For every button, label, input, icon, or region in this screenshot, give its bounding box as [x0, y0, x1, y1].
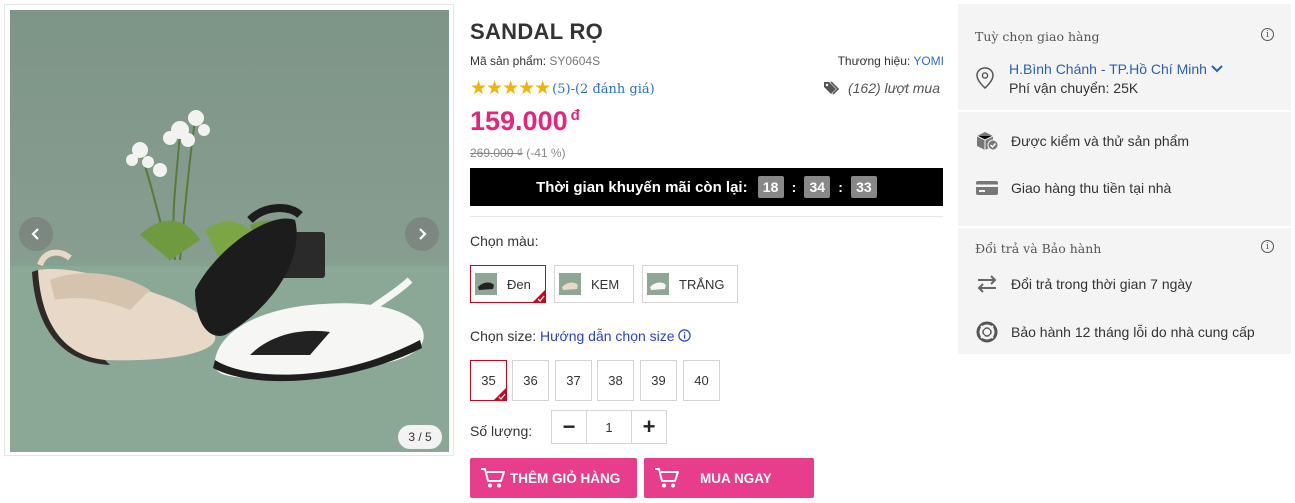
returns-feature-exchange: Đổi trả trong thời gian 7 ngày	[975, 275, 1192, 293]
size-label: Chọn size:	[470, 328, 541, 344]
color-option-label: TRẮNG	[679, 276, 725, 292]
product-info: SANDAL RỌ Mã sản phẩm: SY0604S Thương hi…	[470, 0, 944, 503]
buy-now-button[interactable]: MUA NGAY	[644, 458, 814, 498]
tags-icon	[823, 81, 840, 95]
product-sku: Mã sản phẩm: SY0604S	[470, 54, 600, 68]
location-selector[interactable]: H.Bình Chánh - TP.Hồ Chí Minh	[1009, 61, 1235, 77]
product-gallery: 3 / 5	[4, 4, 454, 456]
buy-now-label: MUA NGAY	[700, 470, 772, 486]
sold-count: (162) lượt mua	[823, 80, 940, 96]
return-policy-text: Đổi trả trong thời gian 7 ngày	[1011, 276, 1193, 292]
sku-value: SY0604S	[549, 54, 601, 68]
exchange-arrows-icon	[977, 275, 997, 293]
warranty-text: Bảo hành 12 tháng lỗi do nhà cung cấp	[1011, 324, 1255, 340]
sold-count-text: (162) lượt mua	[847, 80, 940, 96]
shipping-fee: Phí vận chuyển: 25K	[1009, 80, 1139, 96]
brand-label: Thương hiệu:	[837, 54, 914, 68]
color-option-trang[interactable]: TRẮNG	[642, 265, 738, 303]
add-to-cart-button[interactable]: THÊM GIỎ HÀNG	[470, 458, 637, 498]
product-title: SANDAL RỌ	[470, 19, 604, 44]
inspect-text: Được kiểm và thử sản phẩm	[1011, 133, 1190, 149]
divider	[470, 216, 943, 217]
size-option-label: 40	[694, 373, 709, 388]
color-option-label: KEM	[591, 276, 620, 292]
divider	[958, 226, 1291, 228]
quantity-stepper: − 1 +	[551, 410, 667, 444]
color-thumbnail	[647, 273, 669, 295]
increase-quantity-button[interactable]: +	[632, 411, 666, 443]
delivery-options-title: Tuỳ chọn giao hàng	[975, 29, 1100, 44]
cart-icon	[481, 468, 505, 488]
color-option-den[interactable]: Đen	[470, 265, 546, 303]
delivery-location: H.Bình Chánh - TP.Hồ Chí Minh Phí vận ch…	[975, 61, 1235, 96]
color-option-kem[interactable]: KEM	[554, 265, 634, 303]
countdown-seconds: 33	[850, 176, 877, 198]
quantity-input[interactable]: 1	[586, 411, 632, 443]
decrease-quantity-button[interactable]: −	[552, 411, 586, 443]
color-option-label: Đen	[507, 276, 531, 292]
quantity-label: Số lượng:	[470, 423, 533, 439]
rating-count-link[interactable]: (5)-(2 đánh giá)	[552, 82, 655, 97]
add-to-cart-label: THÊM GIỎ HÀNG	[510, 470, 621, 486]
countdown-minutes: 34	[804, 176, 831, 198]
color-thumbnail	[475, 273, 497, 295]
returns-feature-warranty: Bảo hành 12 tháng lỗi do nhà cung cấp	[975, 321, 1255, 343]
size-option-35[interactable]: 35	[470, 360, 507, 401]
info-icon[interactable]: i	[1261, 28, 1274, 41]
size-option-38[interactable]: 38	[597, 360, 634, 401]
lifebuoy-icon	[976, 321, 998, 343]
returns-warranty-title: Đổi trả và Bảo hành	[975, 241, 1102, 256]
size-option-label: 36	[523, 373, 538, 388]
size-guide-link[interactable]: Hướng dẫn chọn size	[540, 328, 675, 344]
countdown-separator: :	[838, 179, 843, 195]
size-option-39[interactable]: 39	[640, 360, 677, 401]
size-label-row: Chọn size: Hướng dẫn chọn size	[470, 328, 692, 344]
old-price-value: 269.000 ₫	[470, 146, 523, 160]
size-option-label: 38	[608, 373, 623, 388]
product-brand: Thương hiệu: YOMI	[838, 54, 944, 68]
sku-label: Mã sản phẩm:	[470, 54, 550, 68]
product-image[interactable]	[10, 10, 449, 452]
promo-countdown: Thời gian khuyến mãi còn lại: 18 : 34 : …	[470, 168, 943, 206]
cart-icon	[655, 468, 679, 488]
chevron-right-icon	[419, 228, 427, 240]
box-check-icon	[976, 132, 999, 151]
discount-percent: (-41 %)	[526, 146, 566, 160]
next-image-button[interactable]	[405, 217, 439, 251]
size-option-label: 37	[566, 373, 581, 388]
selected-check-icon	[493, 387, 507, 401]
info-icon[interactable]	[678, 329, 692, 342]
divider	[958, 110, 1291, 112]
promo-label: Thời gian khuyến mãi còn lại:	[536, 178, 748, 196]
countdown-separator: :	[791, 179, 797, 195]
credit-card-icon	[976, 181, 998, 195]
cod-text: Giao hàng thu tiền tại nhà	[1011, 180, 1172, 196]
chevron-left-icon	[31, 228, 39, 240]
info-icon[interactable]: i	[1261, 240, 1274, 253]
product-price: 159.000 đ	[470, 106, 580, 137]
color-label: Chọn màu:	[470, 233, 539, 249]
chevron-down-icon	[1211, 65, 1223, 73]
location-link[interactable]: H.Bình Chánh - TP.Hồ Chí Minh	[1009, 61, 1207, 77]
countdown-hours: 18	[757, 176, 784, 198]
size-option-36[interactable]: 36	[512, 360, 549, 401]
size-option-label: 35	[481, 373, 496, 388]
product-rating[interactable]: ★★★★★ (5)-(2 đánh giá)	[470, 79, 655, 99]
delivery-feature-inspect: Được kiểm và thử sản phẩm	[975, 131, 1189, 151]
price-value: 159.000	[470, 106, 568, 136]
brand-link[interactable]: YOMI	[913, 54, 944, 68]
delivery-feature-cod: Giao hàng thu tiền tại nhà	[975, 179, 1171, 197]
color-thumbnail	[559, 273, 581, 295]
size-option-37[interactable]: 37	[555, 360, 592, 401]
selected-check-icon	[532, 289, 546, 303]
image-counter: 3 / 5	[398, 425, 442, 449]
star-rating-icon: ★★★★★	[470, 78, 551, 99]
location-pin-icon	[976, 67, 994, 89]
size-option-label: 39	[651, 373, 666, 388]
previous-image-button[interactable]	[19, 217, 53, 251]
delivery-panel: Tuỳ chọn giao hàng i H.Bình Chánh - TP.H…	[958, 4, 1291, 354]
price-currency: đ	[570, 107, 580, 124]
original-price: 269.000 ₫ (-41 %)	[470, 146, 566, 160]
size-option-40[interactable]: 40	[683, 360, 720, 401]
